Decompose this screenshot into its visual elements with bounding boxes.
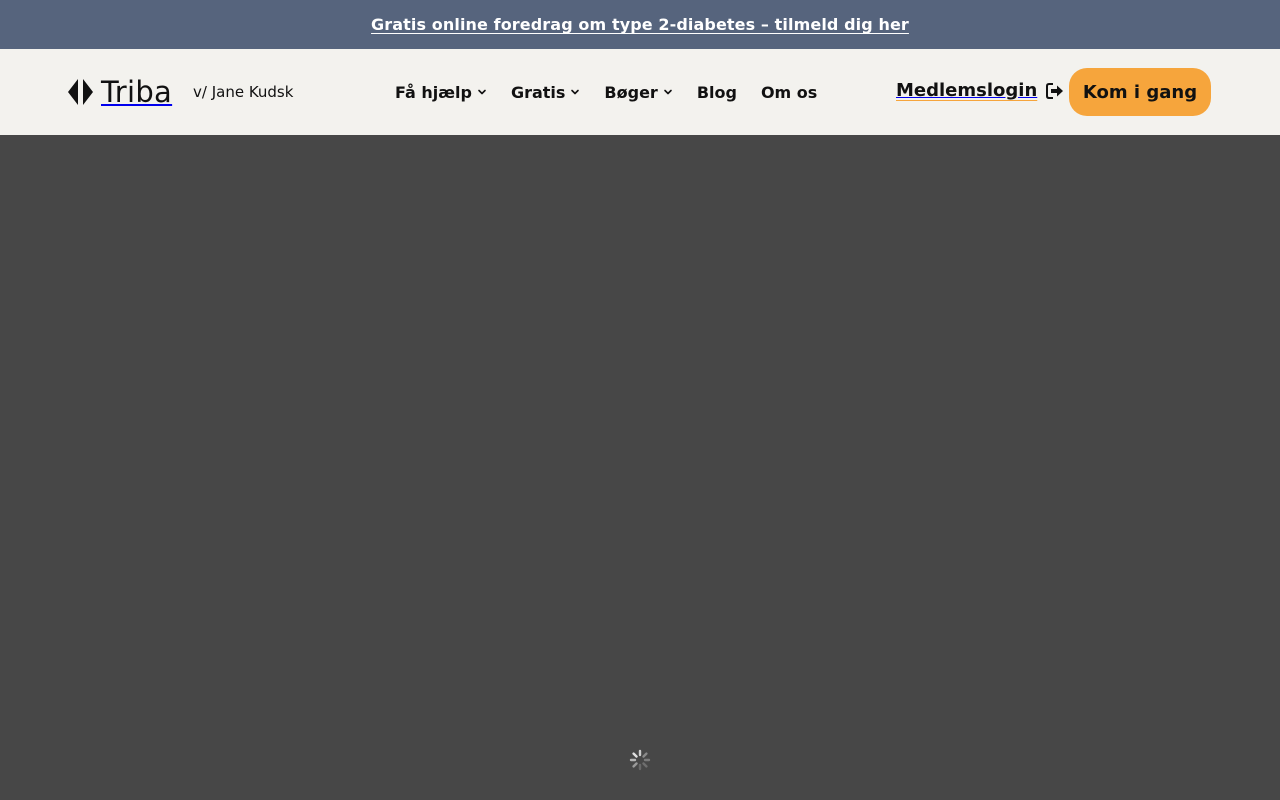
nav-item-label: Bøger	[604, 82, 658, 102]
chevron-down-icon	[664, 89, 672, 95]
logo-byline: v/ Jane Kudsk	[193, 83, 294, 101]
nav-item-boger[interactable]: Bøger	[604, 83, 672, 102]
nav-item-label: Om os	[760, 82, 818, 102]
nav-item-fa-hjaelp[interactable]: Få hjælp	[395, 83, 487, 102]
nav-item-om-os[interactable]: Om os	[761, 83, 817, 102]
nav-item-label: Få hjælp	[395, 82, 472, 102]
main-nav: Få hjælp Gratis Bøger Blog Om os	[395, 80, 817, 104]
nav-item-gratis[interactable]: Gratis	[511, 83, 580, 102]
spinner-icon	[629, 749, 651, 771]
sign-in-icon	[1046, 82, 1064, 99]
nav-item-label: Gratis	[510, 82, 566, 102]
triba-logo-icon	[68, 79, 93, 105]
announcement-bar: Gratis online foredrag om type 2-diabete…	[0, 0, 1280, 49]
nav-item-blog[interactable]: Blog	[697, 83, 737, 102]
chevron-down-icon	[478, 89, 486, 95]
chevron-down-icon	[571, 89, 580, 95]
announcement-link[interactable]: Gratis online foredrag om type 2-diabete…	[371, 15, 909, 34]
main-content-loading	[0, 135, 1280, 800]
logo-wordmark: Triba	[101, 75, 173, 109]
get-started-button[interactable]: Kom i gang	[1069, 68, 1211, 116]
member-login-label: Medlemslogin	[896, 80, 1038, 101]
member-login-link[interactable]: Medlemslogin	[896, 80, 1064, 101]
logo-link[interactable]: Triba	[68, 77, 172, 107]
nav-item-label: Blog	[696, 82, 737, 102]
